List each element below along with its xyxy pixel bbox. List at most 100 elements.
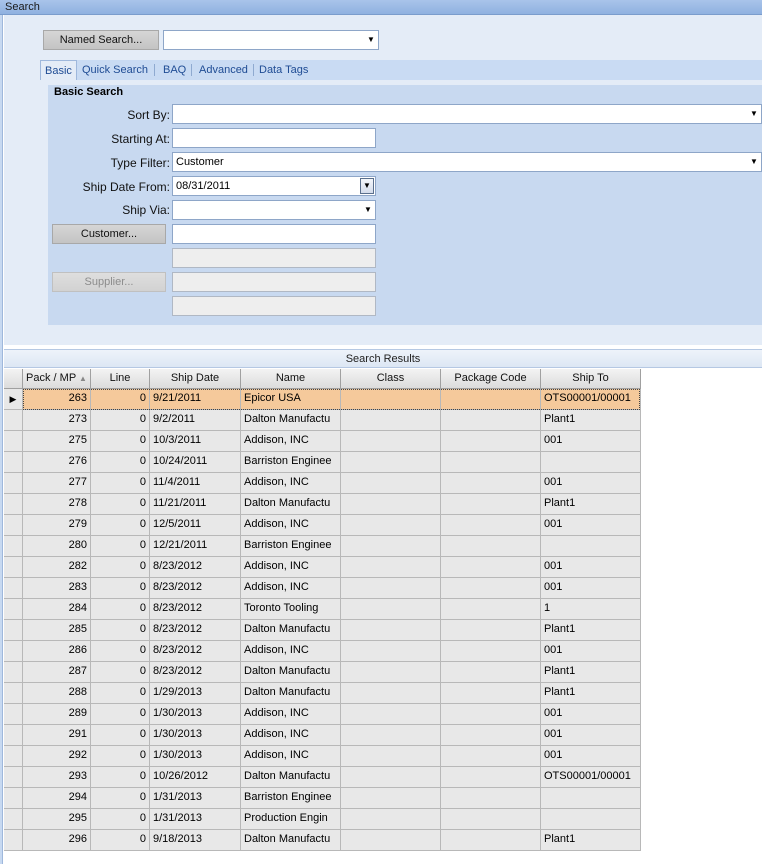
cell-line[interactable]: 0 — [91, 473, 150, 494]
cell-name[interactable]: Addison, INC — [241, 746, 341, 767]
row-selector[interactable] — [4, 536, 23, 557]
cell-ship-date[interactable]: 8/23/2012 — [150, 620, 241, 641]
cell-package-code[interactable] — [441, 683, 541, 704]
cell-class[interactable] — [341, 788, 441, 809]
cell-name[interactable]: Production Engin — [241, 809, 341, 830]
cell-name[interactable]: Addison, INC — [241, 473, 341, 494]
cell-pack[interactable]: 292 — [23, 746, 91, 767]
cell-name[interactable]: Dalton Manufactu — [241, 494, 341, 515]
named-search-dropdown[interactable]: ▼ — [163, 30, 379, 50]
column-header-line[interactable]: Line — [91, 369, 150, 389]
cell-pack[interactable]: 289 — [23, 704, 91, 725]
row-selector[interactable] — [4, 431, 23, 452]
cell-package-code[interactable] — [441, 830, 541, 851]
chevron-down-icon[interactable]: ▼ — [747, 153, 761, 171]
cell-ship-to[interactable]: 001 — [541, 746, 641, 767]
cell-line[interactable]: 0 — [91, 641, 150, 662]
cell-pack[interactable]: 277 — [23, 473, 91, 494]
cell-package-code[interactable] — [441, 809, 541, 830]
cell-class[interactable] — [341, 704, 441, 725]
cell-package-code[interactable] — [441, 557, 541, 578]
table-row[interactable]: 289 0 1/30/2013 Addison, INC 001 — [4, 704, 641, 725]
cell-ship-date[interactable]: 10/26/2012 — [150, 767, 241, 788]
cell-pack[interactable]: 287 — [23, 662, 91, 683]
row-selector[interactable] — [4, 746, 23, 767]
table-row[interactable]: 291 0 1/30/2013 Addison, INC 001 — [4, 725, 641, 746]
table-row[interactable]: 288 0 1/29/2013 Dalton Manufactu Plant1 — [4, 683, 641, 704]
row-selector[interactable] — [4, 473, 23, 494]
column-header-package-code[interactable]: Package Code — [441, 369, 541, 389]
cell-pack[interactable]: 291 — [23, 725, 91, 746]
cell-package-code[interactable] — [441, 599, 541, 620]
row-selector[interactable] — [4, 683, 23, 704]
cell-ship-date[interactable]: 1/30/2013 — [150, 746, 241, 767]
cell-class[interactable] — [341, 578, 441, 599]
customer-input[interactable] — [172, 224, 376, 244]
table-row[interactable]: ▶ 263 0 9/21/2011 Epicor USA OTS00001/00001 — [4, 389, 641, 410]
cell-ship-to[interactable]: 001 — [541, 725, 641, 746]
cell-name[interactable]: Barriston Enginee — [241, 788, 341, 809]
cell-line[interactable]: 0 — [91, 704, 150, 725]
cell-package-code[interactable] — [441, 410, 541, 431]
cell-package-code[interactable] — [441, 641, 541, 662]
column-header-class[interactable]: Class — [341, 369, 441, 389]
cell-ship-to[interactable]: 1 — [541, 599, 641, 620]
cell-ship-date[interactable]: 10/3/2011 — [150, 431, 241, 452]
cell-package-code[interactable] — [441, 788, 541, 809]
cell-line[interactable]: 0 — [91, 809, 150, 830]
cell-package-code[interactable] — [441, 767, 541, 788]
cell-name[interactable]: Barriston Enginee — [241, 452, 341, 473]
column-header-ship-to[interactable]: Ship To — [541, 369, 641, 389]
tab-data-tags[interactable]: Data Tags — [255, 60, 312, 80]
cell-pack[interactable]: 286 — [23, 641, 91, 662]
cell-ship-to[interactable]: Plant1 — [541, 662, 641, 683]
cell-class[interactable] — [341, 725, 441, 746]
cell-class[interactable] — [341, 431, 441, 452]
cell-line[interactable]: 0 — [91, 830, 150, 851]
table-row[interactable]: 292 0 1/30/2013 Addison, INC 001 — [4, 746, 641, 767]
cell-name[interactable]: Addison, INC — [241, 431, 341, 452]
cell-ship-to[interactable]: OTS00001/00001 — [541, 389, 641, 410]
tab-basic[interactable]: Basic — [40, 60, 77, 80]
cell-name[interactable]: Toronto Tooling — [241, 599, 341, 620]
cell-pack[interactable]: 279 — [23, 515, 91, 536]
cell-name[interactable]: Dalton Manufactu — [241, 830, 341, 851]
cell-name[interactable]: Addison, INC — [241, 578, 341, 599]
cell-ship-date[interactable]: 9/18/2013 — [150, 830, 241, 851]
column-header-ship-date[interactable]: Ship Date — [150, 369, 241, 389]
cell-ship-date[interactable]: 8/23/2012 — [150, 641, 241, 662]
row-selector[interactable] — [4, 641, 23, 662]
row-selector[interactable] — [4, 452, 23, 473]
cell-pack[interactable]: 295 — [23, 809, 91, 830]
cell-class[interactable] — [341, 683, 441, 704]
cell-ship-date[interactable]: 1/31/2013 — [150, 809, 241, 830]
table-row[interactable]: 294 0 1/31/2013 Barriston Enginee — [4, 788, 641, 809]
cell-pack[interactable]: 278 — [23, 494, 91, 515]
customer-button[interactable]: Customer... — [52, 224, 166, 244]
cell-package-code[interactable] — [441, 473, 541, 494]
chevron-down-icon[interactable]: ▼ — [747, 105, 761, 123]
cell-package-code[interactable] — [441, 452, 541, 473]
ship-date-from-picker[interactable]: 08/31/2011 ▼ — [172, 176, 376, 196]
cell-ship-to[interactable] — [541, 788, 641, 809]
cell-name[interactable]: Dalton Manufactu — [241, 410, 341, 431]
cell-name[interactable]: Dalton Manufactu — [241, 683, 341, 704]
row-selector[interactable] — [4, 809, 23, 830]
cell-line[interactable]: 0 — [91, 767, 150, 788]
cell-ship-to[interactable]: 001 — [541, 431, 641, 452]
cell-line[interactable]: 0 — [91, 515, 150, 536]
column-header-pack[interactable]: Pack / MP ▲ — [23, 369, 91, 389]
table-row[interactable]: 296 0 9/18/2013 Dalton Manufactu Plant1 — [4, 830, 641, 851]
cell-pack[interactable]: 288 — [23, 683, 91, 704]
cell-name[interactable]: Addison, INC — [241, 641, 341, 662]
cell-ship-date[interactable]: 1/30/2013 — [150, 725, 241, 746]
table-row[interactable]: 277 0 11/4/2011 Addison, INC 001 — [4, 473, 641, 494]
cell-line[interactable]: 0 — [91, 746, 150, 767]
table-row[interactable]: 287 0 8/23/2012 Dalton Manufactu Plant1 — [4, 662, 641, 683]
cell-ship-date[interactable]: 10/24/2011 — [150, 452, 241, 473]
cell-package-code[interactable] — [441, 389, 541, 410]
column-header-name[interactable]: Name — [241, 369, 341, 389]
chevron-down-icon[interactable]: ▼ — [361, 201, 375, 219]
cell-ship-to[interactable] — [541, 809, 641, 830]
row-selector[interactable] — [4, 410, 23, 431]
